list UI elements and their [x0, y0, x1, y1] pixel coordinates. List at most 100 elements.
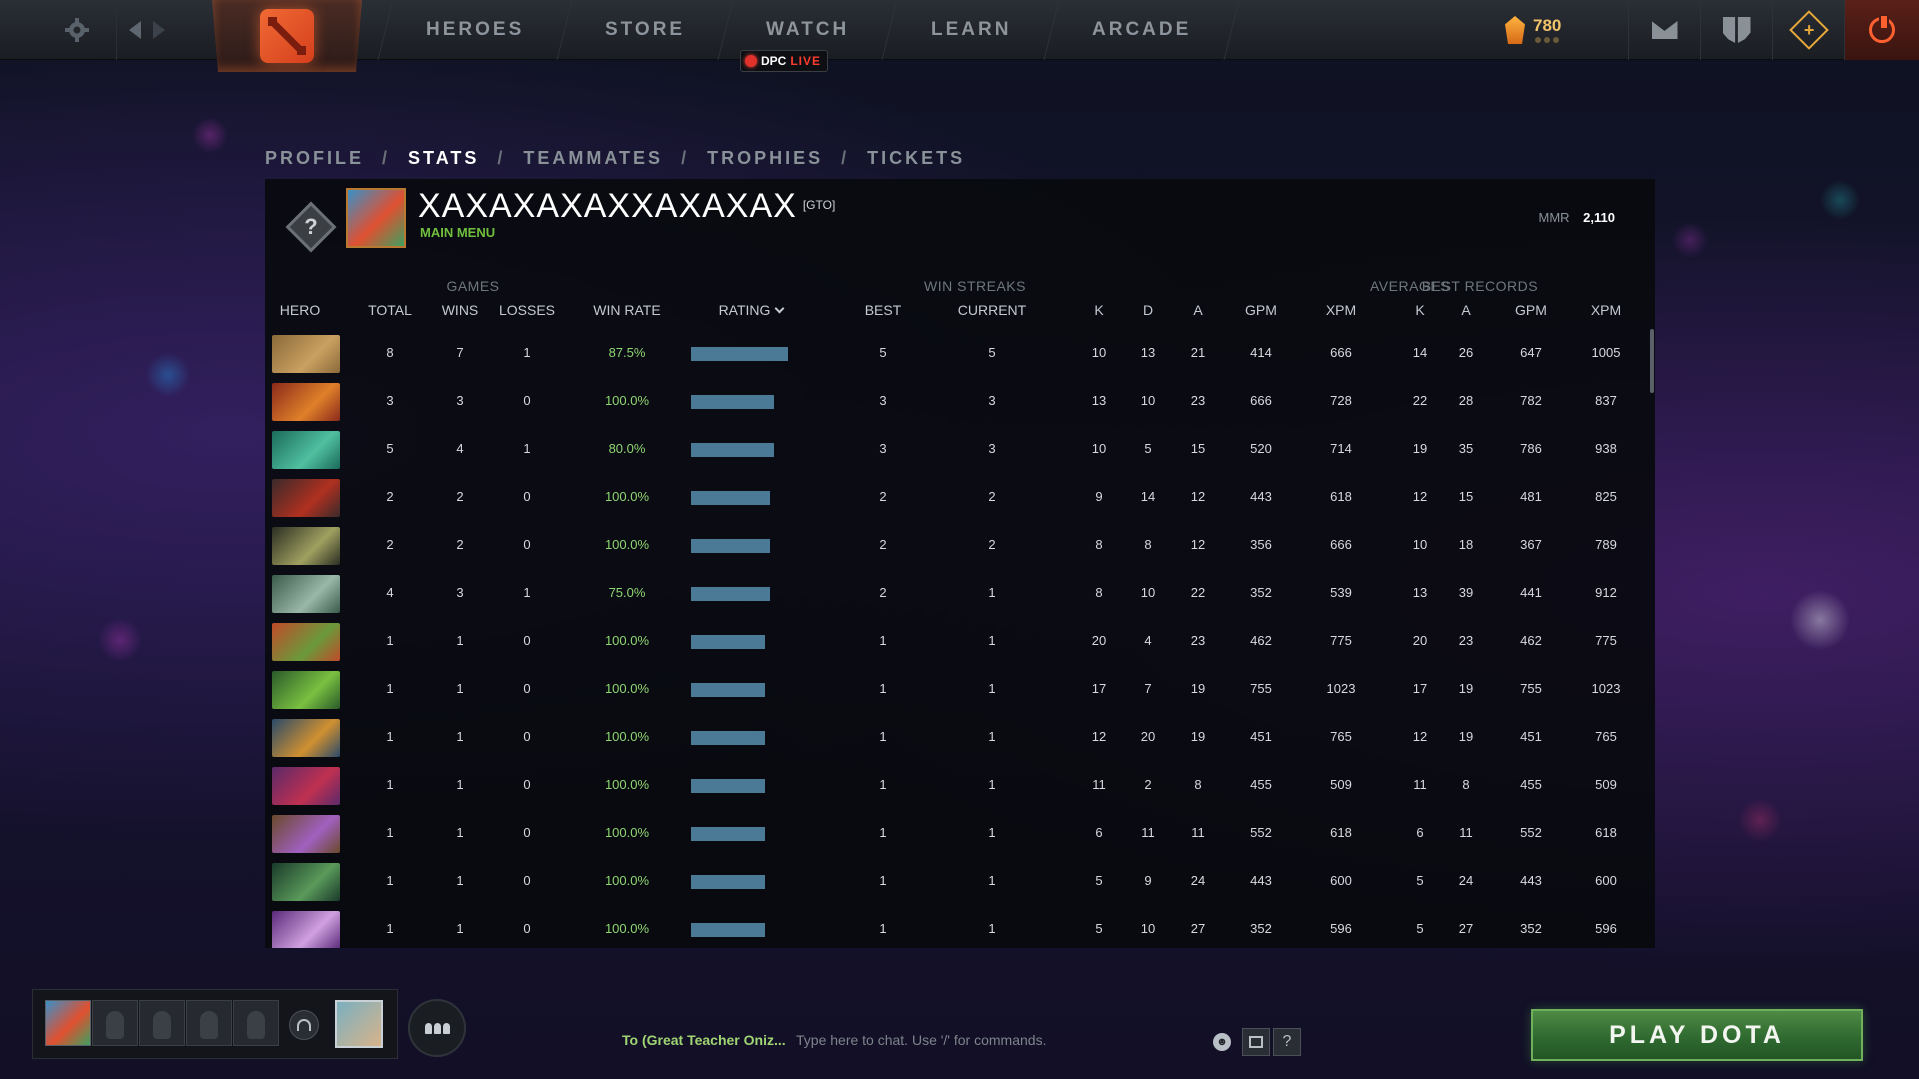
cell-total: 1: [386, 633, 394, 648]
col-avg-d[interactable]: D: [1128, 302, 1168, 318]
tab-stats[interactable]: STATS: [408, 148, 479, 169]
col-avg-a[interactable]: A: [1178, 302, 1218, 318]
shards-amount: 780: [1533, 16, 1562, 35]
back-arrow-icon[interactable]: [128, 21, 141, 39]
cell-total: 1: [386, 873, 394, 888]
table-scrollbar[interactable]: [1650, 329, 1654, 393]
nav-arcade[interactable]: ARCADE: [1044, 0, 1240, 60]
cell-avg-k: 9: [1095, 489, 1103, 504]
table-row[interactable]: 1 1 0 100.0% 1 1 12 20 19 451 765 12 19 451 765: [265, 717, 1655, 765]
cell-best-xpm: 1023: [1591, 681, 1621, 696]
settings-button[interactable]: [58, 0, 96, 60]
tab-separator: /: [497, 148, 506, 168]
col-losses[interactable]: LOSSES: [487, 302, 567, 318]
col-avg-xpm[interactable]: XPM: [1311, 302, 1371, 318]
cell-best-gpm: 352: [1520, 921, 1542, 936]
exit-button[interactable]: [1844, 0, 1919, 60]
nav-heroes[interactable]: HEROES: [377, 0, 573, 60]
col-best-a[interactable]: A: [1446, 302, 1486, 318]
hero-portrait-teal[interactable]: [272, 431, 340, 469]
dpc-live-badge[interactable]: DPC LIVE: [740, 50, 829, 72]
tab-trophies[interactable]: TROPHIES: [707, 148, 823, 169]
cell-win-rate: 100.0%: [604, 489, 650, 504]
nav-store[interactable]: STORE: [557, 0, 734, 60]
party-slot-empty[interactable]: [233, 1000, 279, 1046]
col-rating[interactable]: RATING: [691, 302, 811, 318]
col-hero[interactable]: HERO: [265, 302, 335, 318]
hero-portrait-dark-red[interactable]: [272, 479, 340, 517]
col-best-xpm[interactable]: XPM: [1576, 302, 1636, 318]
hero-portrait-gold[interactable]: [272, 719, 340, 757]
mail-button[interactable]: [1628, 0, 1700, 60]
emoji-button[interactable]: ☻: [1213, 1033, 1231, 1051]
dota-plus-button[interactable]: +: [1772, 0, 1844, 60]
hero-portrait-violet[interactable]: [272, 911, 340, 948]
armory-button[interactable]: [1700, 0, 1772, 60]
chat-target[interactable]: To (Great Teacher Oniz...: [622, 1032, 786, 1048]
table-row[interactable]: 1 1 0 100.0% 1 1 11 2 8 455 509 11 8 455 509: [265, 765, 1655, 813]
table-row[interactable]: 1 1 0 100.0% 1 1 17 7 19 755 1023 17 19 755 1023: [265, 669, 1655, 717]
cell-best-k: 20: [1412, 633, 1428, 648]
table-row[interactable]: 5 4 1 80.0% 3 3 10 5 15 520 714 19 35 786 938: [265, 429, 1655, 477]
cell-avg-a: 23: [1190, 393, 1206, 408]
table-row[interactable]: 2 2 0 100.0% 2 2 9 14 12 443 618 12 15 481 825: [265, 477, 1655, 525]
shards-counter[interactable]: 780: [1505, 12, 1561, 48]
party-slot-empty[interactable]: [139, 1000, 185, 1046]
nav-learn[interactable]: LEARN: [883, 0, 1060, 60]
tab-profile[interactable]: PROFILE: [265, 148, 364, 169]
cell-best-streak: 5: [879, 345, 887, 360]
coach-slot[interactable]: [335, 1000, 383, 1048]
rating-bar: [691, 395, 774, 409]
hero-portrait-red[interactable]: [272, 383, 340, 421]
hero-portrait-orange-green[interactable]: [272, 623, 340, 661]
rating-bar: [691, 491, 770, 505]
cell-best-xpm: 618: [1595, 825, 1617, 840]
col-avg-k[interactable]: K: [1079, 302, 1119, 318]
player-guild-tag: [GTO]: [802, 198, 836, 212]
col-avg-gpm[interactable]: GPM: [1231, 302, 1291, 318]
chat-input[interactable]: [796, 1026, 1196, 1054]
help-button[interactable]: ?: [1273, 1028, 1301, 1056]
table-row[interactable]: 1 1 0 100.0% 1 1 5 9 24 443 600 5 24 443 600: [265, 861, 1655, 909]
tab-tickets[interactable]: TICKETS: [867, 148, 965, 169]
party-slot-empty[interactable]: [92, 1000, 138, 1046]
table-row[interactable]: 2 2 0 100.0% 2 2 8 8 12 356 666 10 18 367 789: [265, 525, 1655, 573]
chat-popout-button[interactable]: [1242, 1028, 1270, 1056]
hero-portrait-brown-purple[interactable]: [272, 815, 340, 853]
hero-portrait-green-gray[interactable]: [272, 575, 340, 613]
table-row[interactable]: 1 1 0 100.0% 1 1 6 11 11 552 618 6 11 552 618: [265, 813, 1655, 861]
party-slot-self[interactable]: [45, 1000, 91, 1046]
hero-portrait-green-dark[interactable]: [272, 863, 340, 901]
col-total[interactable]: TOTAL: [350, 302, 430, 318]
col-best-k[interactable]: K: [1400, 302, 1440, 318]
history-arrows: [116, 0, 176, 60]
col-best-streak[interactable]: BEST: [843, 302, 923, 318]
voice-chat-button[interactable]: [289, 1010, 319, 1040]
hero-portrait-tan[interactable]: [272, 335, 340, 373]
cell-current-streak: 2: [988, 537, 996, 552]
rank-medal-icon[interactable]: ?: [285, 201, 337, 253]
hero-portrait-olive[interactable]: [272, 527, 340, 565]
party-slot-empty[interactable]: [186, 1000, 232, 1046]
col-win-rate[interactable]: WIN RATE: [577, 302, 677, 318]
cell-win-rate: 100.0%: [604, 873, 650, 888]
hero-portrait-green[interactable]: [272, 671, 340, 709]
player-avatar[interactable]: [346, 188, 406, 248]
table-row[interactable]: 8 7 1 87.5% 5 5 10 13 21 414 666 14 26 647 1005: [265, 333, 1655, 381]
chat-channels-button[interactable]: [408, 999, 466, 1057]
tab-teammates[interactable]: TEAMMATES: [523, 148, 663, 169]
table-row[interactable]: 1 1 0 100.0% 1 1 5 10 27 352 596 5 27 352 596: [265, 909, 1655, 948]
table-row[interactable]: 3 3 0 100.0% 3 3 13 10 23 666 728 22 28 782 837: [265, 381, 1655, 429]
forward-arrow-icon[interactable]: [152, 21, 165, 39]
hero-portrait-purple-red[interactable]: [272, 767, 340, 805]
cell-avg-xpm: 600: [1330, 873, 1352, 888]
col-current-streak[interactable]: CURRENT: [942, 302, 1042, 318]
table-row[interactable]: 1 1 0 100.0% 1 1 20 4 23 462 775 20 23 462 775: [265, 621, 1655, 669]
cell-best-xpm: 600: [1595, 873, 1617, 888]
play-dota-button[interactable]: PLAY DOTA: [1531, 1009, 1863, 1061]
col-best-gpm[interactable]: GPM: [1501, 302, 1561, 318]
table-row[interactable]: 4 3 1 75.0% 2 1 8 10 22 352 539 13 39 441 912: [265, 573, 1655, 621]
cell-total: 4: [386, 585, 394, 600]
cell-losses: 0: [523, 489, 531, 504]
dota-logo-button[interactable]: [212, 0, 362, 72]
